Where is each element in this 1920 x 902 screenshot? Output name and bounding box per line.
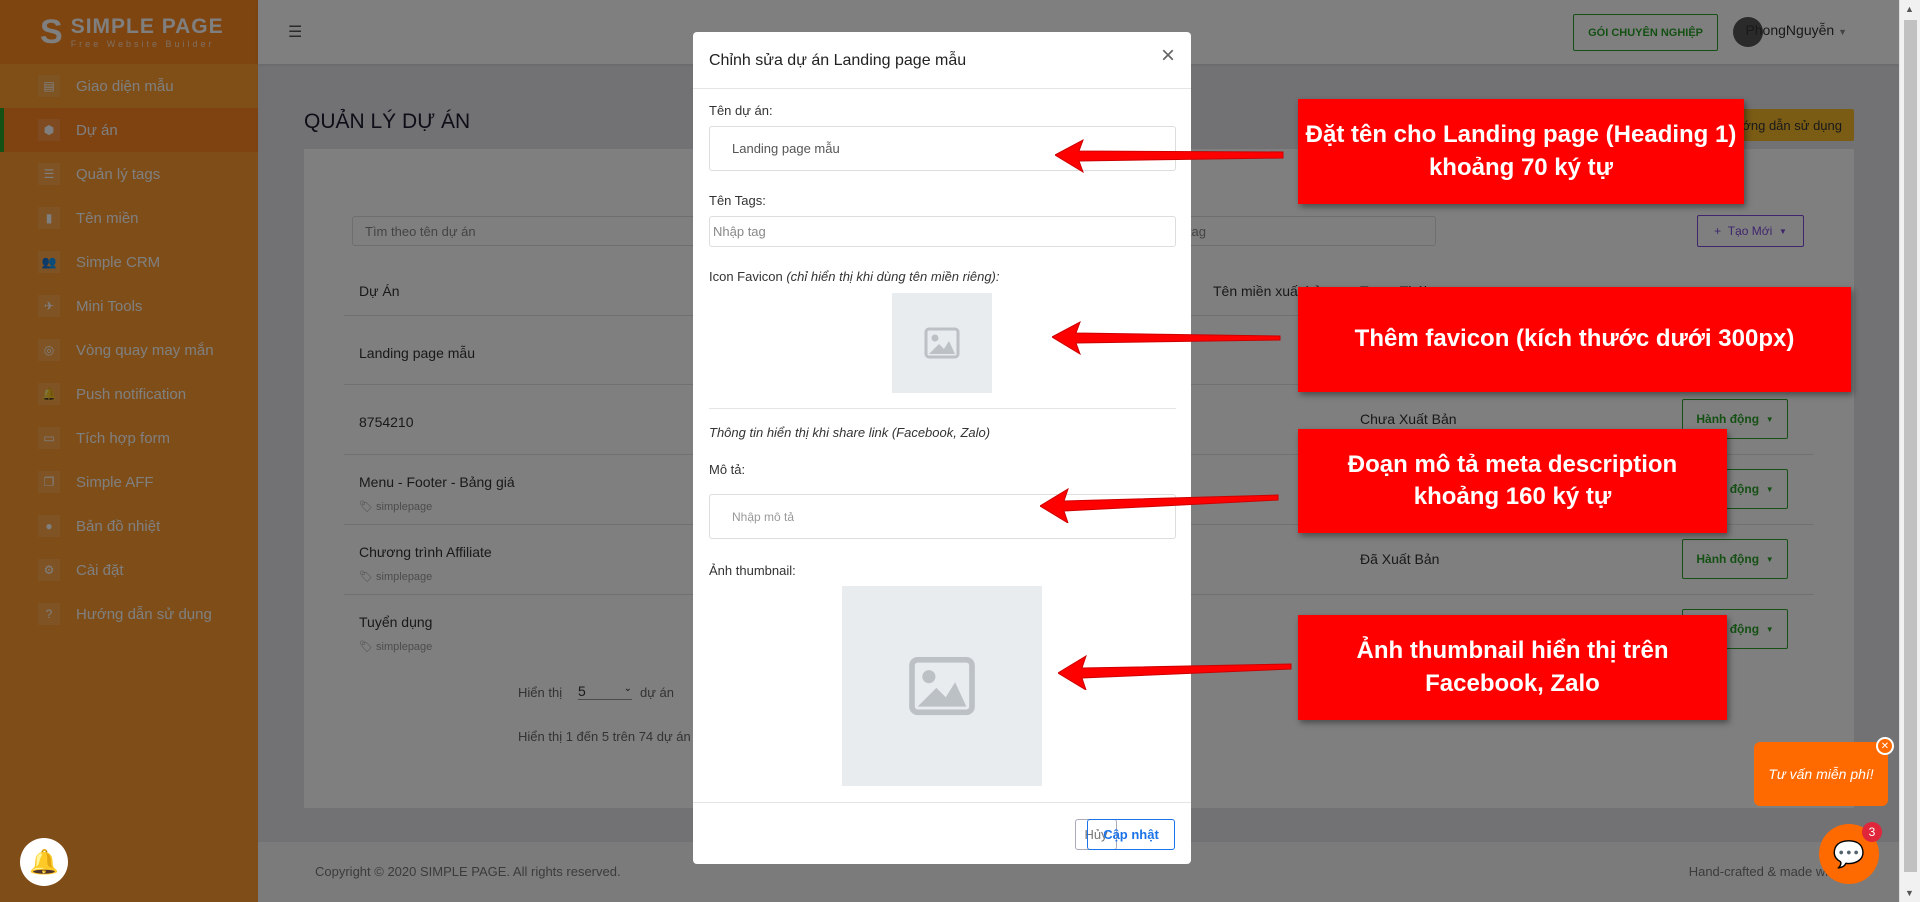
image-placeholder-icon bbox=[924, 327, 960, 359]
close-icon[interactable]: ✕ bbox=[1876, 737, 1894, 755]
description-label: Mô tả: bbox=[709, 462, 746, 477]
close-icon[interactable]: × bbox=[1161, 42, 1175, 70]
favicon-label-text: Icon Favicon bbox=[709, 269, 783, 284]
chat-icon: 💬 bbox=[1832, 838, 1866, 869]
scroll-up-icon[interactable]: ▲ bbox=[1905, 4, 1914, 14]
project-name-label: Tên dự án: bbox=[709, 103, 773, 118]
arrow-icon bbox=[1058, 654, 1292, 690]
tags-label: Tên Tags: bbox=[709, 193, 766, 208]
notification-bell-button[interactable]: 🔔 bbox=[20, 838, 68, 886]
project-name-value: Landing page mẫu bbox=[732, 141, 840, 156]
annotation-thumbnail: Ảnh thumbnail hiển thị trên Facebook, Za… bbox=[1298, 615, 1727, 720]
thumbnail-label: Ảnh thumbnail: bbox=[709, 563, 796, 578]
tags-input[interactable]: Nhập tag bbox=[709, 216, 1176, 247]
scrollbar-thumb[interactable] bbox=[1904, 20, 1917, 872]
chat-invite-bubble[interactable]: Tư vấn miễn phí! bbox=[1754, 742, 1888, 806]
bell-icon: 🔔 bbox=[29, 848, 59, 876]
chat-unread-badge: 3 bbox=[1862, 822, 1882, 842]
arrow-icon bbox=[1055, 138, 1284, 174]
thumbnail-upload[interactable] bbox=[842, 586, 1042, 786]
scrollbar[interactable]: ▲ ▼ bbox=[1899, 0, 1920, 902]
divider bbox=[709, 408, 1176, 409]
favicon-upload[interactable] bbox=[892, 293, 992, 393]
modal-footer: Hủy Cập nhật bbox=[693, 802, 1191, 864]
arrow-icon bbox=[1040, 487, 1279, 523]
annotation-description: Đoạn mô tả meta description khoảng 160 k… bbox=[1298, 429, 1727, 533]
annotation-favicon: Thêm favicon (kích thước dưới 300px) bbox=[1298, 287, 1851, 392]
scroll-down-icon[interactable]: ▼ bbox=[1905, 888, 1914, 898]
modal-title: Chỉnh sửa dự án Landing page mẫu bbox=[693, 32, 1191, 89]
image-placeholder-icon bbox=[909, 656, 975, 716]
update-button[interactable]: Cập nhật bbox=[1087, 819, 1175, 850]
favicon-label: Icon Favicon (chỉ hiển thị khi dùng tên … bbox=[709, 269, 1000, 284]
share-info-text: Thông tin hiển thị khi share link (Faceb… bbox=[709, 425, 991, 440]
annotation-name: Đặt tên cho Landing page (Heading 1) kho… bbox=[1298, 99, 1744, 204]
arrow-icon bbox=[1052, 320, 1281, 356]
favicon-note: (chỉ hiển thị khi dùng tên miền riêng): bbox=[786, 269, 1000, 284]
